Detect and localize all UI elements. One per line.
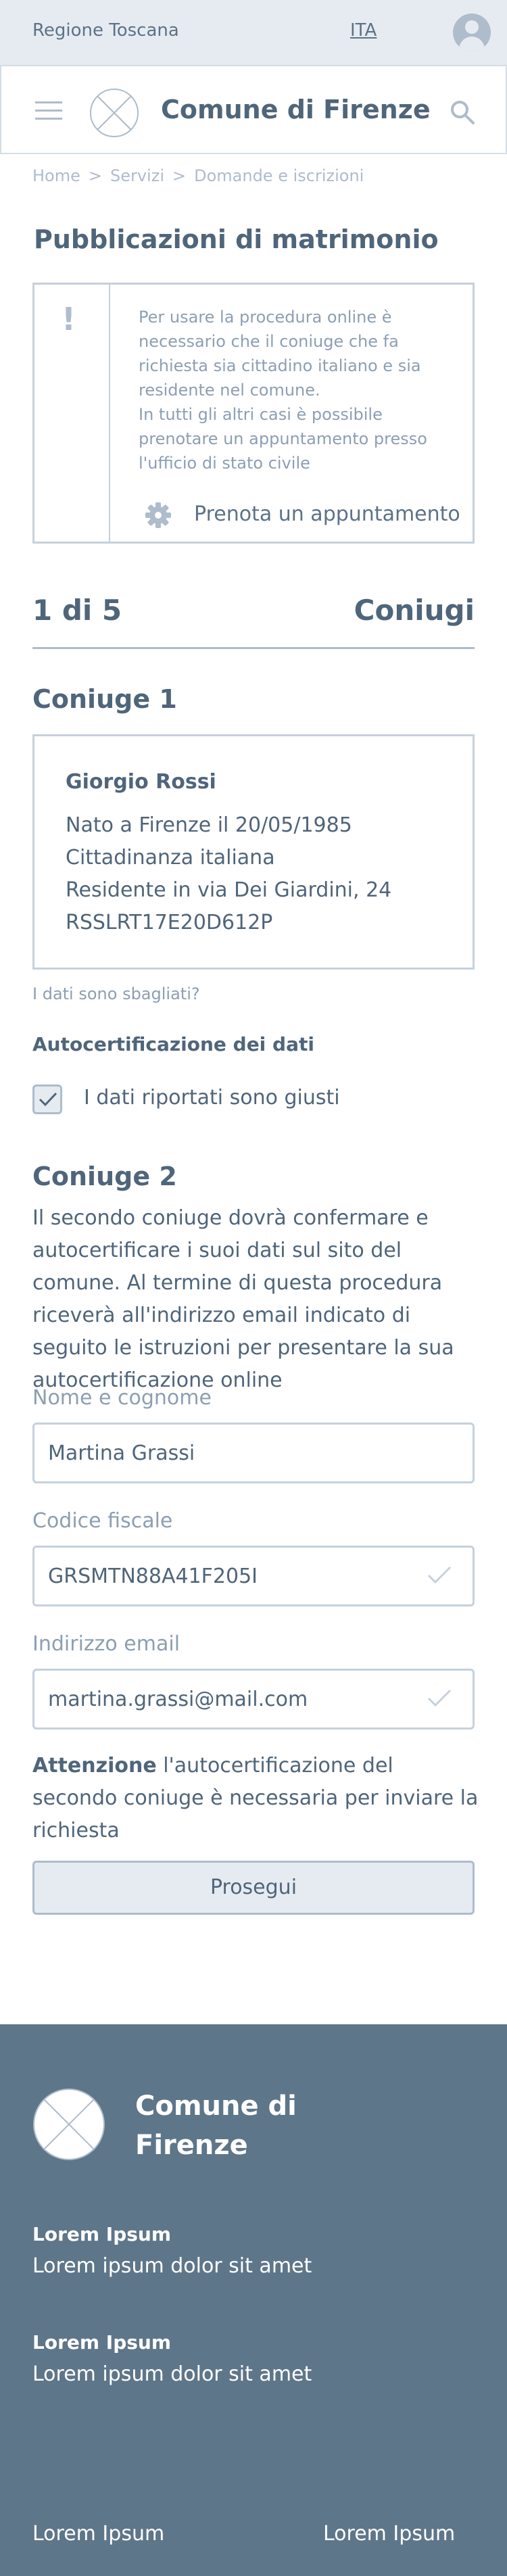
language-selector[interactable]: ITA bbox=[350, 20, 377, 41]
breadcrumb-services[interactable]: Servizi bbox=[110, 166, 164, 185]
info-alert: ! Per usare la procedura online è necess… bbox=[32, 283, 475, 544]
breadcrumb: Home > Servizi > Domande e iscrizioni bbox=[32, 166, 364, 185]
spouse1-heading: Coniuge 1 bbox=[32, 684, 177, 714]
spouse2-description: Il secondo coniuge dovrà confermare e au… bbox=[32, 1206, 454, 1392]
search-icon[interactable] bbox=[449, 99, 476, 126]
footer-link-1[interactable]: Lorem Ipsum bbox=[32, 2522, 164, 2546]
confirm-data-checkbox[interactable] bbox=[32, 1084, 62, 1114]
footer-heading-2: Lorem Ipsum bbox=[32, 2331, 172, 2354]
self-cert-label: Autocertificazione dei dati bbox=[32, 1033, 314, 1055]
check-icon bbox=[427, 1689, 452, 1707]
continue-button[interactable]: Prosegui bbox=[32, 1861, 475, 1915]
alert-text: Per usare la procedura online è necessar… bbox=[139, 308, 427, 473]
tax-code-field-label: Codice fiscale bbox=[32, 1509, 173, 1533]
page-title: Pubblicazioni di matrimonio bbox=[34, 224, 439, 254]
logo-placeholder-icon[interactable] bbox=[32, 2088, 105, 2161]
checkmark-icon bbox=[39, 1092, 57, 1107]
hamburger-icon[interactable] bbox=[35, 101, 62, 120]
tax-code-field[interactable] bbox=[32, 1546, 475, 1606]
spouse1-birth: Nato a Firenze il 20/05/1985 bbox=[66, 813, 352, 837]
breadcrumb-home[interactable]: Home bbox=[32, 166, 80, 185]
footer-heading-1: Lorem Ipsum bbox=[32, 2223, 172, 2245]
email-input[interactable] bbox=[48, 1671, 413, 1727]
chevron-right-icon: > bbox=[172, 166, 187, 185]
attention-note: Attenzione l'autocertificazione del seco… bbox=[32, 1750, 479, 1847]
spouse1-citizenship: Cittadinanza italiana bbox=[66, 846, 275, 869]
chevron-right-icon: > bbox=[88, 166, 102, 185]
logo-placeholder-icon[interactable] bbox=[89, 88, 139, 138]
breadcrumb-current[interactable]: Domande e iscrizioni bbox=[194, 166, 364, 185]
spouse1-tax-code: RSSLRT17E20D612P bbox=[66, 911, 273, 934]
top-bar: Regione Toscana ITA bbox=[0, 0, 507, 65]
footer-text-2: Lorem ipsum dolor sit amet bbox=[32, 2362, 312, 2386]
spouse1-name: Giorgio Rossi bbox=[66, 770, 216, 794]
book-appointment-link[interactable]: Prenota un appuntamento bbox=[194, 502, 460, 526]
exclamation-icon: ! bbox=[62, 301, 76, 337]
footer-link-2[interactable]: Lorem Ipsum bbox=[323, 2522, 455, 2546]
spouse1-address: Residente in via Dei Giardini, 24 bbox=[66, 878, 392, 902]
email-field-label: Indirizzo email bbox=[32, 1632, 180, 1656]
confirm-data-label[interactable]: I dati riportati sono giusti bbox=[84, 1086, 340, 1110]
user-avatar-icon[interactable] bbox=[453, 14, 491, 51]
step-indicator: 1 di 5 Coniugi bbox=[32, 594, 475, 649]
step-name: Coniugi bbox=[354, 594, 475, 627]
spouse2-heading: Coniuge 2 bbox=[32, 1162, 177, 1191]
tax-code-input[interactable] bbox=[48, 1548, 413, 1604]
name-input[interactable] bbox=[48, 1425, 413, 1481]
site-header: Comune di Firenze bbox=[0, 65, 507, 154]
wrong-data-link[interactable]: I dati sono sbagliati? bbox=[32, 984, 200, 1003]
email-field[interactable] bbox=[32, 1669, 475, 1730]
site-footer: Comune di Firenze Lorem Ipsum Lorem ipsu… bbox=[0, 2024, 507, 2576]
footer-text-1: Lorem ipsum dolor sit amet bbox=[32, 2254, 312, 2278]
name-field-label: Nome e cognome bbox=[32, 1386, 212, 1410]
check-icon bbox=[427, 1566, 452, 1584]
region-link[interactable]: Regione Toscana bbox=[32, 20, 179, 41]
footer-title[interactable]: Comune di Firenze bbox=[135, 2086, 352, 2165]
name-field[interactable] bbox=[32, 1423, 475, 1483]
gear-icon bbox=[145, 502, 171, 528]
spouse1-card: Giorgio Rossi Nato a Firenze il 20/05/19… bbox=[32, 734, 475, 970]
step-count: 1 di 5 bbox=[32, 594, 122, 627]
attention-label: Attenzione bbox=[32, 1754, 157, 1778]
site-title[interactable]: Comune di Firenze bbox=[161, 95, 431, 124]
